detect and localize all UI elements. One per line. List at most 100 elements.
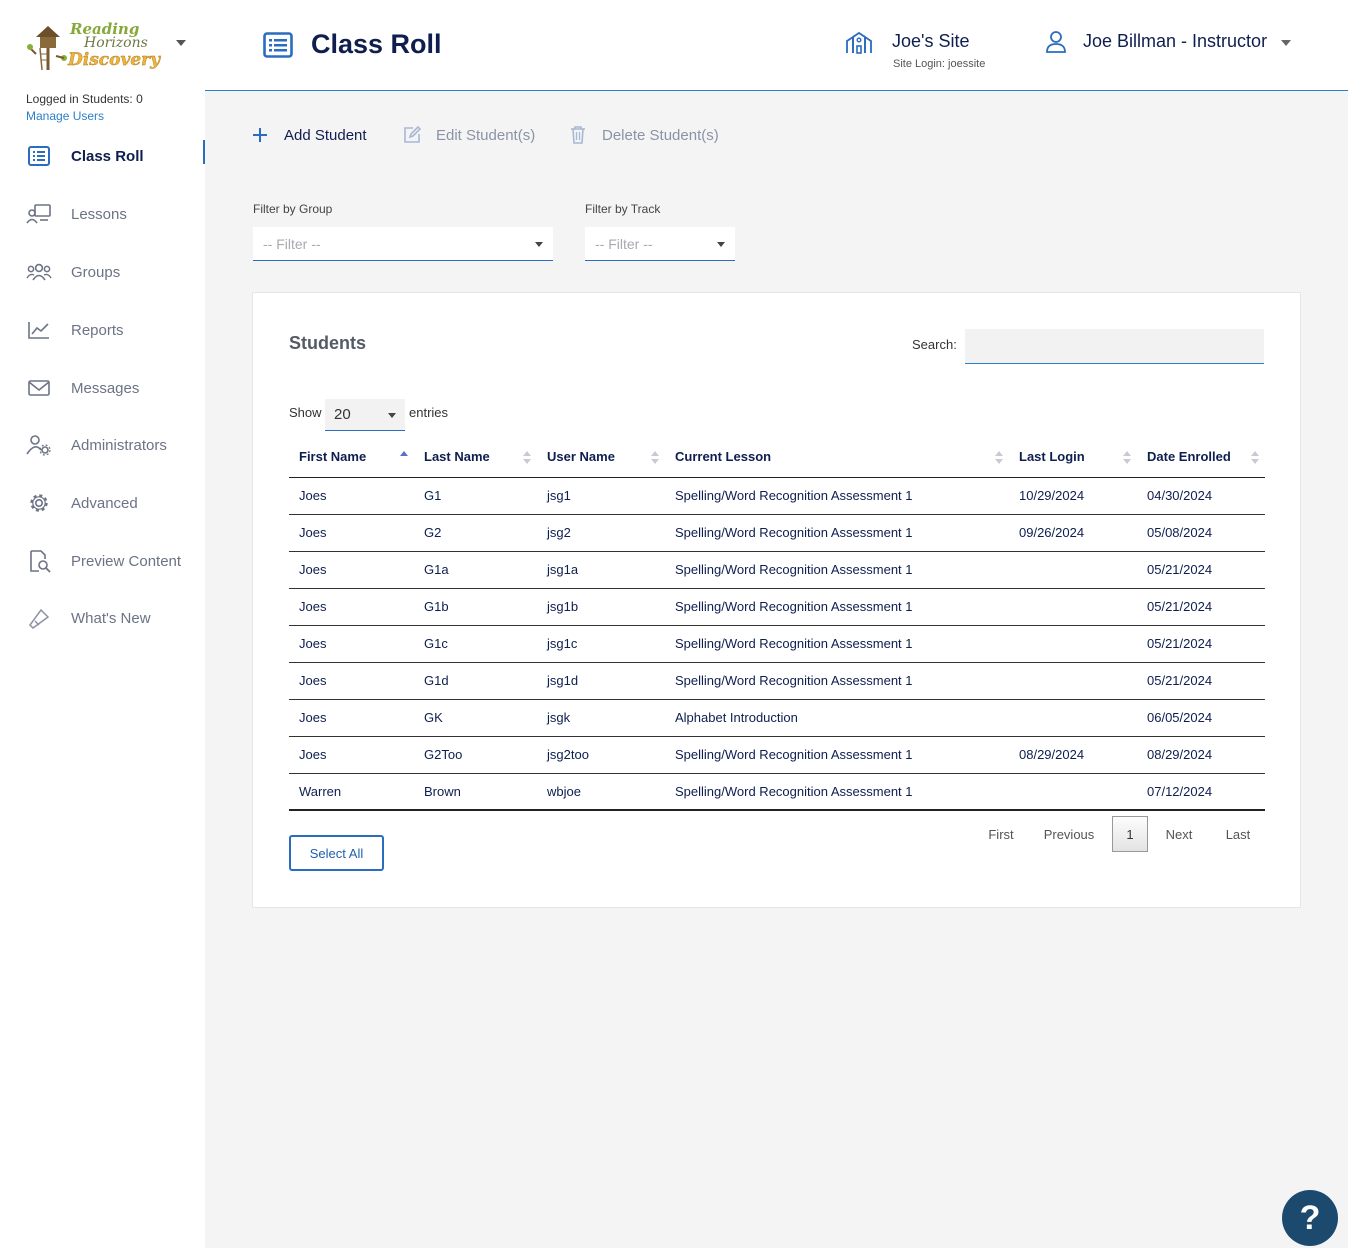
column-header-first-name[interactable]: First Name xyxy=(289,437,414,478)
table-row[interactable]: Joes G1b jsg1b Spelling/Word Recognition… xyxy=(289,588,1265,626)
cell-last-name: G1b xyxy=(414,588,537,626)
sidebar-item-label: Groups xyxy=(71,263,121,281)
cell-user-name: jsg1c xyxy=(537,625,665,663)
cell-first-name: Joes xyxy=(289,662,414,700)
sidebar-item-label: Reports xyxy=(71,321,124,339)
entries-per-page-value: 20 xyxy=(334,406,351,423)
cell-last-login xyxy=(1009,662,1137,700)
help-button[interactable]: ? xyxy=(1282,1190,1338,1246)
logo-text-horizons: Horizons xyxy=(84,35,148,51)
cell-last-login: 08/29/2024 xyxy=(1009,736,1137,774)
cell-first-name: Joes xyxy=(289,736,414,774)
column-header-date-enrolled[interactable]: Date Enrolled xyxy=(1137,437,1265,478)
cell-date-enrolled: 05/21/2024 xyxy=(1137,588,1265,626)
show-label: Show xyxy=(289,405,322,420)
edit-students-button[interactable]: Edit Student(s) xyxy=(402,125,535,145)
cell-first-name: Joes xyxy=(289,699,414,737)
table-row[interactable]: Joes GK jsgk Alphabet Introduction 06/05… xyxy=(289,699,1265,737)
cell-current-lesson: Spelling/Word Recognition Assessment 1 xyxy=(665,662,1009,700)
select-all-button[interactable]: Select All xyxy=(289,835,384,871)
sidebar-item-groups[interactable]: Groups xyxy=(0,252,205,292)
sidebar-item-preview-content[interactable]: Preview Content xyxy=(0,541,205,581)
sidebar-item-class-roll[interactable]: Class Roll xyxy=(0,136,205,176)
table-row[interactable]: Joes G1c jsg1c Spelling/Word Recognition… xyxy=(289,625,1265,663)
cell-last-login xyxy=(1009,625,1137,663)
user-menu-caret-icon[interactable] xyxy=(1281,40,1291,46)
cell-last-login: 10/29/2024 xyxy=(1009,477,1137,515)
sidebar-item-administrators[interactable]: Administrators xyxy=(0,425,205,465)
chevron-down-icon xyxy=(388,413,396,418)
filter-group-value: -- Filter -- xyxy=(263,236,321,252)
sidebar-item-label: What's New xyxy=(71,609,151,627)
pagination-next[interactable]: Next xyxy=(1159,816,1199,852)
cell-current-lesson: Spelling/Word Recognition Assessment 1 xyxy=(665,477,1009,515)
table-row[interactable]: Joes G2Too jsg2too Spelling/Word Recogni… xyxy=(289,736,1265,774)
sort-icon xyxy=(1251,451,1259,465)
column-header-last-name[interactable]: Last Name xyxy=(414,437,537,478)
school-icon xyxy=(845,31,873,60)
cell-last-login xyxy=(1009,773,1137,811)
pagination-last[interactable]: Last xyxy=(1219,816,1257,852)
user-menu[interactable]: Joe Billman - Instructor xyxy=(1083,31,1267,52)
cell-date-enrolled: 06/05/2024 xyxy=(1137,699,1265,737)
cell-user-name: jsg2too xyxy=(537,736,665,774)
cell-first-name: Joes xyxy=(289,588,414,626)
cell-first-name: Warren xyxy=(289,773,414,811)
sidebar: Reading Horizons Discovery Logged in Stu… xyxy=(0,0,205,1248)
cell-last-name: G1a xyxy=(414,551,537,589)
column-header-current-lesson[interactable]: Current Lesson xyxy=(665,437,1009,478)
column-header-label: Last Login xyxy=(1019,449,1085,465)
sidebar-item-label: Class Roll xyxy=(71,147,144,165)
table-row[interactable]: Warren Brown wbjoe Spelling/Word Recogni… xyxy=(289,773,1265,811)
sidebar-item-label: Lessons xyxy=(71,205,127,223)
logo-dropdown-caret-icon[interactable] xyxy=(176,40,186,46)
add-student-button[interactable]: Add Student xyxy=(250,125,367,145)
column-header-user-name[interactable]: User Name xyxy=(537,437,665,478)
cell-current-lesson: Spelling/Word Recognition Assessment 1 xyxy=(665,588,1009,626)
cell-last-name: G2Too xyxy=(414,736,537,774)
cell-first-name: Joes xyxy=(289,514,414,552)
cell-user-name: jsgk xyxy=(537,699,665,737)
app-logo[interactable]: Reading Horizons Discovery xyxy=(26,18,166,74)
manage-users-link[interactable]: Manage Users xyxy=(26,109,104,123)
column-header-label: First Name xyxy=(299,449,367,465)
filter-group-select[interactable]: -- Filter -- xyxy=(253,227,553,261)
cell-last-name: G1d xyxy=(414,662,537,700)
sidebar-item-whats-new[interactable]: What's New xyxy=(0,598,205,638)
table-row[interactable]: Joes G1a jsg1a Spelling/Word Recognition… xyxy=(289,551,1265,589)
sidebar-item-advanced[interactable]: Advanced xyxy=(0,483,205,523)
admin-icon xyxy=(26,433,52,457)
sidebar-item-label: Administrators xyxy=(71,436,167,454)
cell-date-enrolled: 07/12/2024 xyxy=(1137,773,1265,811)
delete-students-button[interactable]: Delete Student(s) xyxy=(568,125,719,145)
logo-text-discovery: Discovery xyxy=(68,50,160,70)
pagination-previous[interactable]: Previous xyxy=(1039,816,1099,852)
column-header-last-login[interactable]: Last Login xyxy=(1009,437,1137,478)
table-row[interactable]: Joes G1 jsg1 Spelling/Word Recognition A… xyxy=(289,477,1265,515)
sidebar-item-lessons[interactable]: Lessons xyxy=(0,194,205,234)
cell-last-login xyxy=(1009,551,1137,589)
sidebar-item-messages[interactable]: Messages xyxy=(0,368,205,408)
pagination-page-1[interactable]: 1 xyxy=(1112,816,1148,852)
cell-date-enrolled: 05/08/2024 xyxy=(1137,514,1265,552)
entries-per-page-select[interactable]: 20 xyxy=(325,399,405,431)
table-row[interactable]: Joes G1d jsg1d Spelling/Word Recognition… xyxy=(289,662,1265,700)
filter-track-select[interactable]: -- Filter -- xyxy=(585,227,735,261)
trash-icon xyxy=(568,125,588,145)
table-row[interactable]: Joes G2 jsg2 Spelling/Word Recognition A… xyxy=(289,514,1265,552)
sidebar-item-reports[interactable]: Reports xyxy=(0,310,205,350)
sidebar-item-label: Advanced xyxy=(71,494,138,512)
site-name[interactable]: Joe's Site xyxy=(892,31,969,52)
envelope-icon xyxy=(26,376,52,400)
cell-current-lesson: Spelling/Word Recognition Assessment 1 xyxy=(665,736,1009,774)
search-input[interactable] xyxy=(965,329,1264,364)
cell-last-login xyxy=(1009,699,1137,737)
table-header-row: First Name Last Name User Name Current L… xyxy=(289,437,1265,478)
cell-user-name: wbjoe xyxy=(537,773,665,811)
user-icon xyxy=(1045,30,1067,59)
column-header-label: Date Enrolled xyxy=(1147,449,1231,465)
cell-last-login: 09/26/2024 xyxy=(1009,514,1137,552)
cell-first-name: Joes xyxy=(289,551,414,589)
top-header: Class Roll Joe's Site Site Login: joessi… xyxy=(205,0,1348,91)
pagination-first[interactable]: First xyxy=(981,816,1021,852)
